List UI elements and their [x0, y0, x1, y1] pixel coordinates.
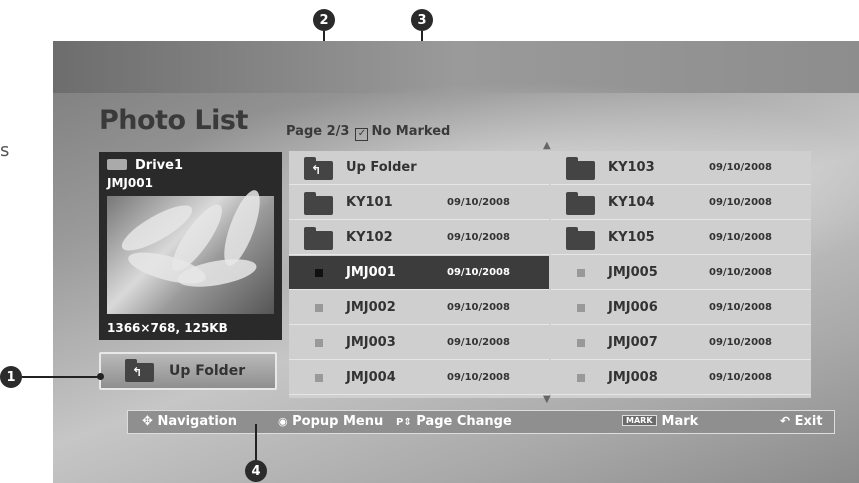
list-item[interactable]: KY103 09/10/2008 — [551, 151, 811, 185]
folder-icon — [566, 157, 595, 180]
preview-panel: Drive1 JMJ001 1366×768, 125KB — [99, 152, 282, 340]
folder-icon — [566, 227, 595, 250]
item-date: 09/10/2008 — [709, 162, 772, 173]
mark-label: Mark — [661, 414, 699, 429]
folder-icon — [304, 192, 333, 215]
drive-name: Drive1 — [135, 158, 183, 173]
drive-label: Drive1 — [107, 158, 183, 173]
item-date: 09/10/2008 — [447, 197, 510, 208]
file-grid: ▲ ▼ ↰ Up Folder KY101 09/10/2008 KY102 0… — [289, 140, 811, 405]
exit-icon: ↶ — [780, 414, 791, 428]
callout-3: 3 — [411, 9, 433, 31]
help-exit: ↶ Exit — [780, 414, 823, 429]
navigation-label: Navigation — [157, 414, 237, 429]
photo-file-icon — [577, 339, 585, 347]
mark-key-icon: MARK — [622, 415, 657, 426]
help-bar: ✥ Navigation ◉ Popup Menu P⇕ Page Change… — [127, 410, 835, 434]
checkbox-icon[interactable]: ✓ — [355, 128, 369, 141]
stray-text: s — [0, 140, 10, 161]
item-name: JMJ001 — [346, 265, 396, 280]
item-name: KY101 — [346, 195, 393, 210]
item-date: 09/10/2008 — [447, 337, 510, 348]
list-item[interactable]: JMJ002 09/10/2008 — [289, 291, 549, 325]
photo-file-icon — [577, 269, 585, 277]
preview-filename: JMJ001 — [107, 176, 153, 190]
photo-thumbnail — [107, 186, 274, 314]
up-folder-icon: ↰ — [125, 359, 154, 382]
help-page-change: P⇕ Page Change — [396, 414, 512, 429]
photo-file-icon — [315, 339, 323, 347]
photo-file-icon — [315, 269, 323, 277]
photo-resolution: 1366×768, 125KB — [107, 321, 228, 335]
callout-1-line — [22, 376, 99, 378]
item-name: KY103 — [608, 160, 655, 175]
list-item-selected[interactable]: JMJ001 09/10/2008 — [289, 256, 549, 290]
callout-2: 2 — [313, 9, 335, 31]
folder-icon — [304, 227, 333, 250]
item-date: 09/10/2008 — [709, 337, 772, 348]
list-item[interactable]: JMJ005 09/10/2008 — [551, 256, 811, 290]
help-navigation: ✥ Navigation — [142, 414, 237, 429]
item-name: JMJ003 — [346, 335, 396, 350]
callout-1: 1 — [0, 366, 22, 388]
folder-icon — [566, 192, 595, 215]
list-item[interactable]: KY105 09/10/2008 — [551, 221, 811, 255]
list-item[interactable]: JMJ006 09/10/2008 — [551, 291, 811, 325]
item-date: 09/10/2008 — [447, 302, 510, 313]
help-popup-menu: ◉ Popup Menu — [278, 414, 383, 429]
help-mark: MARK Mark — [622, 414, 698, 429]
callout-4-line — [255, 424, 257, 460]
list-item[interactable]: KY104 09/10/2008 — [551, 186, 811, 220]
list-item[interactable]: JMJ003 09/10/2008 — [289, 326, 549, 360]
up-folder-label: Up Folder — [169, 363, 246, 379]
photo-file-icon — [577, 374, 585, 382]
item-date: 09/10/2008 — [709, 267, 772, 278]
up-folder-icon: ↰ — [304, 157, 333, 180]
callout-1-dot — [97, 373, 104, 380]
item-name: JMJ002 — [346, 300, 396, 315]
item-name: Up Folder — [346, 160, 417, 175]
navigation-icon: ✥ — [142, 414, 153, 429]
item-name: JMJ008 — [608, 370, 658, 385]
callout-4: 4 — [245, 460, 267, 482]
list-item[interactable]: ↰ Up Folder — [289, 151, 549, 185]
item-date: 09/10/2008 — [709, 197, 772, 208]
marked-status: No Marked — [371, 124, 451, 139]
list-item[interactable]: JMJ004 09/10/2008 — [289, 361, 549, 395]
item-date: 09/10/2008 — [447, 232, 510, 243]
item-name: KY105 — [608, 230, 655, 245]
page-change-label: Page Change — [416, 414, 512, 429]
list-item[interactable]: KY101 09/10/2008 — [289, 186, 549, 220]
list-item[interactable]: JMJ007 09/10/2008 — [551, 326, 811, 360]
item-name: JMJ005 — [608, 265, 658, 280]
popup-menu-label: Popup Menu — [292, 414, 384, 429]
list-item[interactable]: KY102 09/10/2008 — [289, 221, 549, 255]
page-updown-icon: P⇕ — [396, 417, 412, 428]
item-date: 09/10/2008 — [709, 302, 772, 313]
item-name: KY102 — [346, 230, 393, 245]
item-name: JMJ007 — [608, 335, 658, 350]
item-date: 09/10/2008 — [447, 267, 510, 278]
ok-button-icon: ◉ — [278, 415, 288, 428]
exit-label: Exit — [794, 414, 823, 429]
drive-icon — [107, 159, 127, 170]
scroll-down-arrow[interactable]: ▼ — [543, 394, 551, 405]
item-date: 09/10/2008 — [447, 372, 510, 383]
item-date: 09/10/2008 — [709, 372, 772, 383]
list-item[interactable]: JMJ008 09/10/2008 — [551, 361, 811, 395]
photo-file-icon — [315, 304, 323, 312]
scroll-up-arrow[interactable]: ▲ — [543, 140, 551, 151]
tv-screen: Photo List Page 2/3 ✓ No Marked Drive1 JMJ… — [53, 41, 859, 483]
item-date: 09/10/2008 — [709, 232, 772, 243]
photo-file-icon — [577, 304, 585, 312]
page-indicator: Page 2/3 — [286, 124, 350, 139]
item-name: JMJ006 — [608, 300, 658, 315]
page-title: Photo List — [99, 105, 248, 136]
item-name: KY104 — [608, 195, 655, 210]
item-name: JMJ004 — [346, 370, 396, 385]
photo-file-icon — [315, 374, 323, 382]
page-info: Page 2/3 ✓ No Marked — [286, 124, 451, 141]
up-folder-button[interactable]: ↰ Up Folder — [99, 352, 277, 390]
